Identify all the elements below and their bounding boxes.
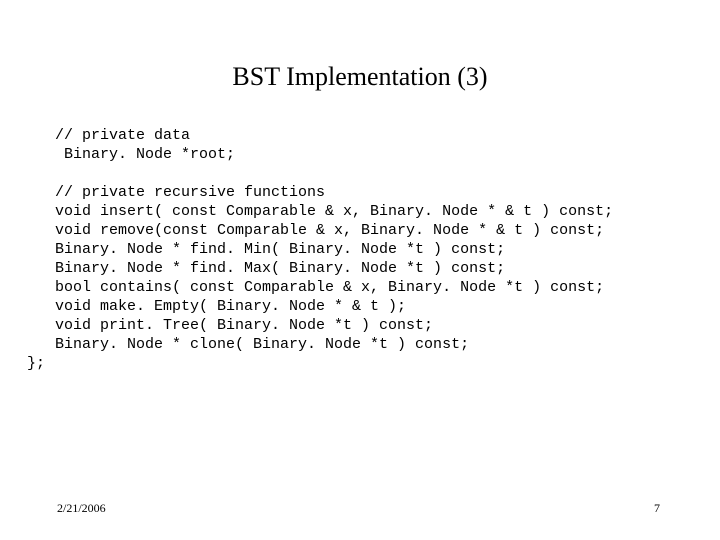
code-line: void print. Tree( Binary. Node *t ) cons… (55, 317, 433, 334)
footer-date: 2/21/2006 (57, 501, 106, 516)
code-line-end: }; (27, 354, 45, 373)
page-title: BST Implementation (3) (0, 62, 720, 92)
code-line: Binary. Node * find. Max( Binary. Node *… (55, 260, 505, 277)
code-line: void remove(const Comparable & x, Binary… (55, 222, 604, 239)
code-line: bool contains( const Comparable & x, Bin… (55, 279, 604, 296)
slide: BST Implementation (3) // private data B… (0, 0, 720, 540)
code-line: Binary. Node *root; (55, 146, 235, 163)
code-line: // private recursive functions (55, 184, 325, 201)
footer-page-number: 7 (654, 501, 660, 516)
code-block: // private data Binary. Node *root; // p… (55, 126, 613, 373)
code-line: Binary. Node * find. Min( Binary. Node *… (55, 241, 505, 258)
code-line: void insert( const Comparable & x, Binar… (55, 203, 613, 220)
code-line: void make. Empty( Binary. Node * & t ); (55, 298, 406, 315)
code-line: // private data (55, 127, 190, 144)
code-line: Binary. Node * clone( Binary. Node *t ) … (55, 336, 469, 353)
